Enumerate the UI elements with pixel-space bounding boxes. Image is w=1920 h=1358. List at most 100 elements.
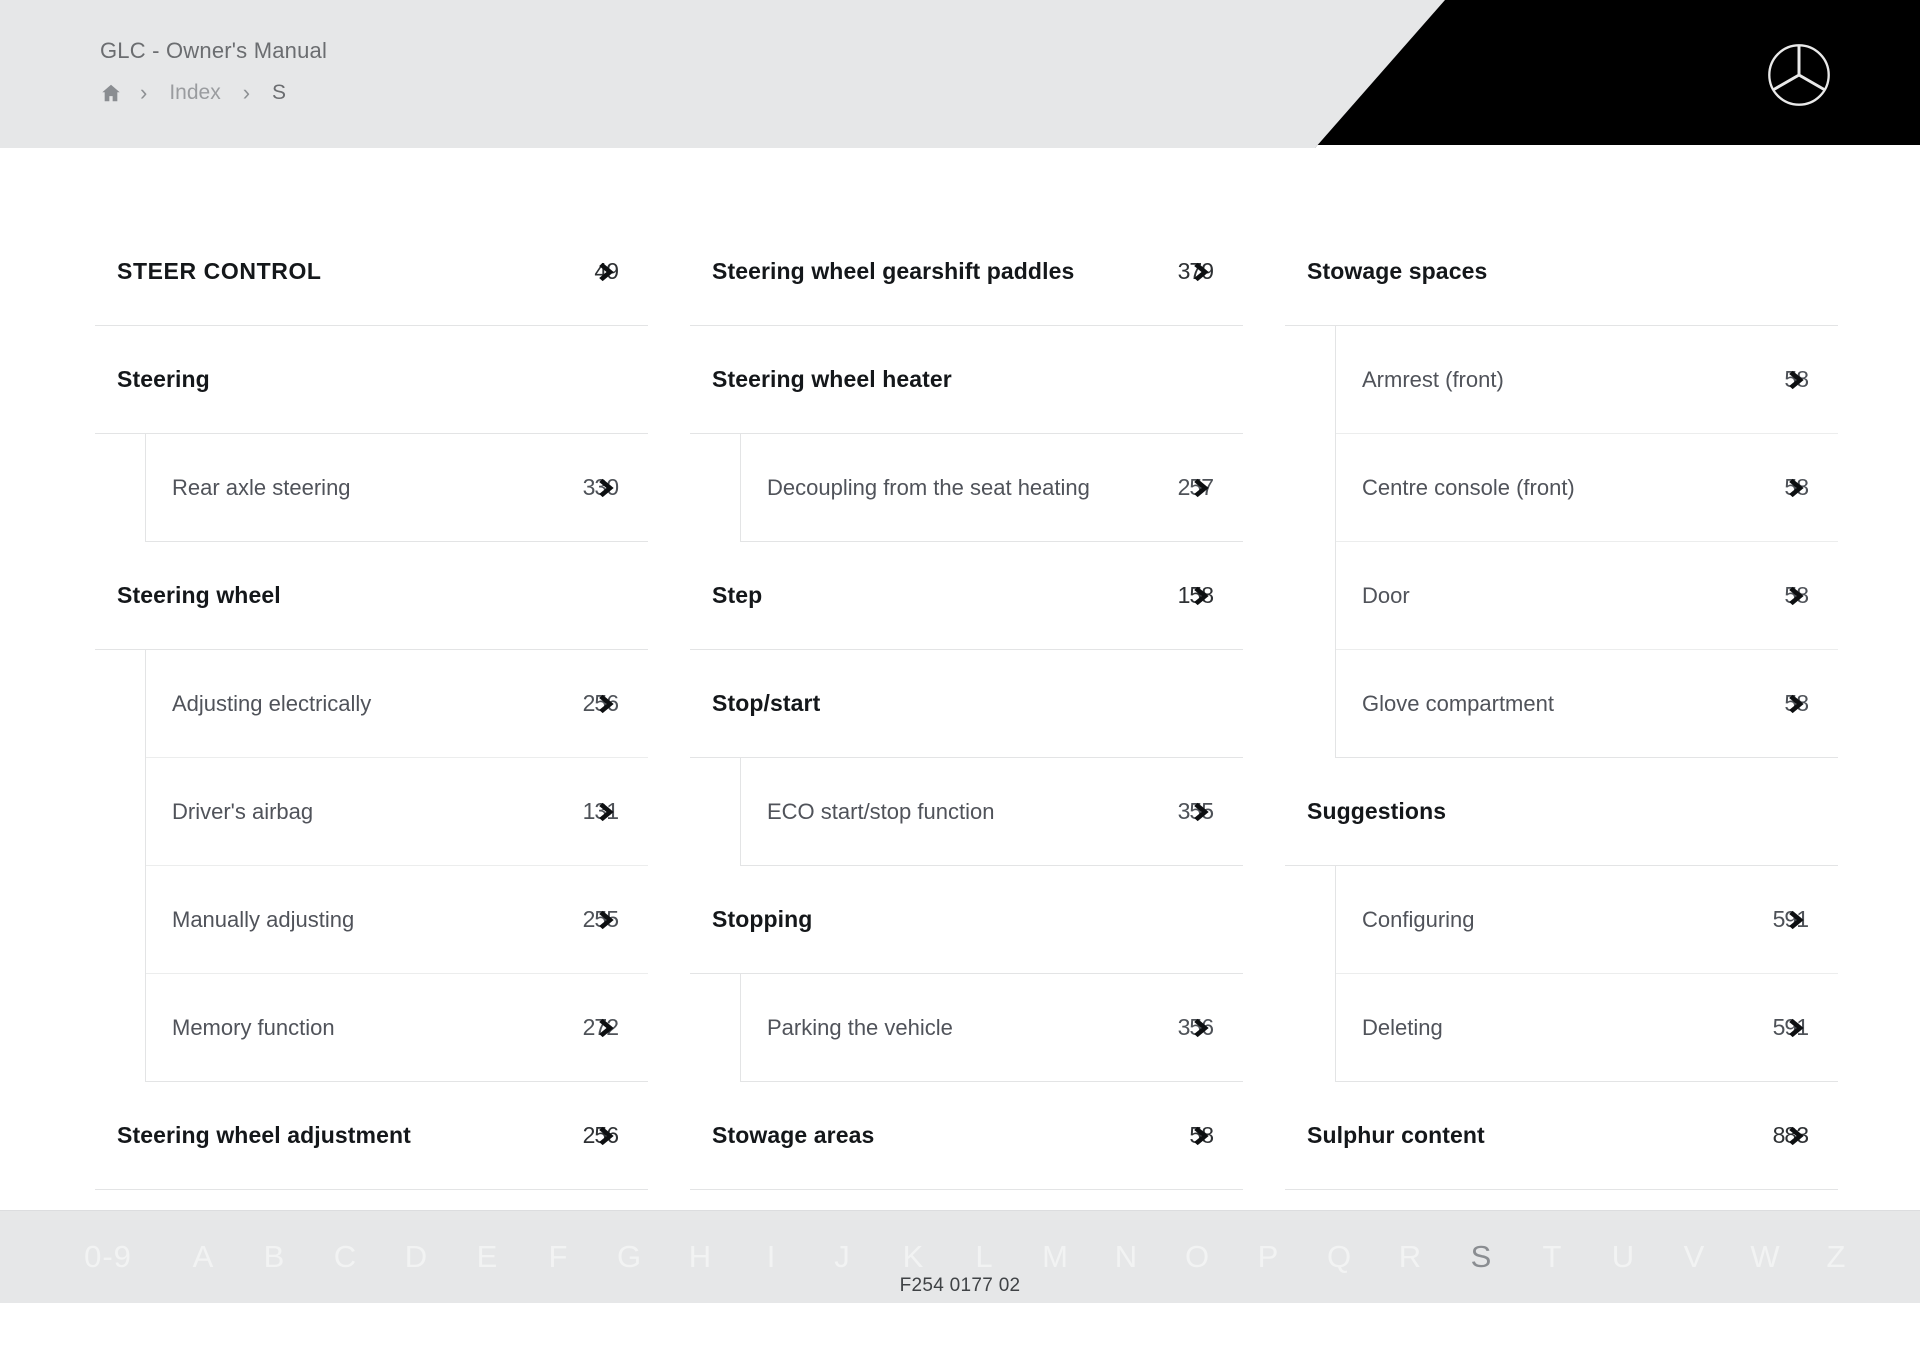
index-subentry-adjusting-electrically[interactable]: Adjusting electrically 256 [146,650,648,758]
page-number: 330 [582,474,619,500]
index-entry-label: Steering wheel [117,582,281,608]
index-entry-steering-wheel-gearshift-paddles[interactable]: Steering wheel gearshift paddles 379 [690,218,1243,326]
alphabet-letter-n[interactable]: N [1091,1239,1162,1275]
index-subentry-centre-console-front[interactable]: Centre console (front) 58 [1336,434,1838,542]
alphabet-letter-m[interactable]: M [1020,1239,1091,1275]
alphabet-letter-h[interactable]: H [665,1239,736,1275]
page-reference[interactable]: 58 [1772,366,1826,393]
index-subentry-manually-adjusting[interactable]: Manually adjusting 255 [146,866,648,974]
page-number: 58 [1784,582,1809,608]
page-reference[interactable]: 58 [1772,690,1826,717]
index-entry-label: Suggestions [1307,798,1447,824]
alphabet-letter-i[interactable]: I [736,1239,807,1275]
index-entry-label: Stopping [712,906,813,932]
index-entry-stopping[interactable]: Stopping [690,866,1243,974]
index-entry-steering[interactable]: Steering [95,326,648,434]
page-reference[interactable]: 158 [1177,582,1231,609]
page-reference[interactable]: 355 [1177,798,1231,825]
index-subentry-door[interactable]: Door 58 [1336,542,1838,650]
index-entry-stop-start[interactable]: Stop/start [690,650,1243,758]
page-number: 58 [1784,690,1809,716]
page-reference[interactable]: 591 [1772,1014,1826,1041]
breadcrumb-item-index[interactable]: Index [169,78,242,108]
alphabet-letter-r[interactable]: R [1375,1239,1446,1275]
page-reference[interactable]: 256 [582,1122,636,1149]
alphabet-letter-a[interactable]: A [168,1239,239,1275]
page-reference[interactable]: 356 [1177,1014,1231,1041]
alphabet-letter-v[interactable]: V [1659,1239,1730,1275]
alphabet-letter-g[interactable]: G [594,1239,665,1275]
home-icon [102,84,120,102]
page-reference[interactable]: 255 [582,906,636,933]
index-entry-steer-control[interactable]: STEER CONTROL 49 [95,218,648,326]
page-reference[interactable]: 58 [1772,474,1826,501]
alphabet-letter-j[interactable]: J [807,1239,878,1275]
index-entry-stowage-spaces[interactable]: Stowage spaces [1285,218,1838,326]
alphabet-letter-s[interactable]: S [1446,1239,1517,1275]
index-subentry-configuring[interactable]: Configuring 591 [1336,866,1838,974]
page-reference[interactable]: 272 [582,1014,636,1041]
mercedes-benz-star-icon [1768,44,1830,106]
index-entry-steering-wheel[interactable]: Steering wheel [95,542,648,650]
index-sublist: Adjusting electrically 256 Driver's airbag… [145,650,648,1082]
breadcrumb-home-icon[interactable] [100,82,140,104]
index-subentry-glove-compartment[interactable]: Glove compartment 58 [1336,650,1838,758]
page-number: 591 [1772,906,1809,932]
alphabet-letter-u[interactable]: U [1588,1239,1659,1275]
page-reference[interactable]: 49 [582,258,636,285]
alphabet-letter-e[interactable]: E [452,1239,523,1275]
alphabet-letter-k[interactable]: K [878,1239,949,1275]
index-sublist: Decoupling from the seat heating 257 [740,434,1243,542]
index-entry-label: Steering wheel adjustment [117,1122,411,1148]
alphabet-letter-b[interactable]: B [239,1239,310,1275]
index-entry-label: Steering wheel heater [712,366,952,392]
alphabet-letter-w[interactable]: W [1730,1239,1801,1275]
index-entry-step[interactable]: Step 158 [690,542,1243,650]
alphabet-letter-c[interactable]: C [310,1239,381,1275]
index-entry-suggestions[interactable]: Suggestions [1285,758,1838,866]
alphabet-letter-z[interactable]: Z [1801,1239,1872,1275]
index-entry-label: Stowage areas [712,1122,875,1148]
alphabet-letter-09[interactable]: 0-9 [48,1239,168,1275]
page-reference[interactable]: 330 [582,474,636,501]
index-subentry-deleting[interactable]: Deleting 591 [1336,974,1838,1082]
page-reference[interactable]: 58 [1177,1122,1231,1149]
index-subentry-eco-start-stop-function[interactable]: ECO start/stop function 355 [741,758,1243,866]
alphabet-letter-f[interactable]: F [523,1239,594,1275]
index-entry-label: Deleting [1362,1014,1443,1040]
document-code: F254 0177 02 [899,1275,1021,1296]
index-subentry-armrest-front[interactable]: Armrest (front) 58 [1336,326,1838,434]
alphabet-letter-d[interactable]: D [381,1239,452,1275]
alphabet-letter-q[interactable]: Q [1304,1239,1375,1275]
page-number: 255 [582,906,619,932]
alphabet-letter-o[interactable]: O [1162,1239,1233,1275]
page-reference[interactable]: 58 [1772,582,1826,609]
index-entry-steering-wheel-heater[interactable]: Steering wheel heater [690,326,1243,434]
index-subentry-memory-function[interactable]: Memory function 272 [146,974,648,1082]
index-subentry-rear-axle-steering[interactable]: Rear axle steering 330 [146,434,648,542]
index-subentry-decoupling-from-the-seat-heating[interactable]: Decoupling from the seat heating 257 [741,434,1243,542]
page-header: GLC - Owner's Manual › Index › S [0,0,1920,148]
index-entry-label: Rear axle steering [172,474,351,500]
alphabet-letter-l[interactable]: L [949,1239,1020,1275]
index-entry-stowage-areas[interactable]: Stowage areas 58 [690,1082,1243,1190]
index-entry-label: Armrest (front) [1362,366,1504,392]
page-reference[interactable]: 591 [1772,906,1826,933]
breadcrumb-item-current: S [272,81,287,104]
page-reference[interactable]: 256 [582,690,636,717]
index-sublist: Configuring 591 Deleting 591 [1335,866,1838,1082]
index-column-1: STEER CONTROL 49 Steering Rear axle steerin… [95,218,648,1190]
page-reference[interactable]: 379 [1177,258,1231,285]
alphabet-letter-t[interactable]: T [1517,1239,1588,1275]
page-reference[interactable]: 131 [582,798,636,825]
index-entry-sulphur-content[interactable]: Sulphur content 883 [1285,1082,1838,1190]
index-entry-steering-wheel-adjustment[interactable]: Steering wheel adjustment 256 [95,1082,648,1190]
index-subentry-parking-the-vehicle[interactable]: Parking the vehicle 356 [741,974,1243,1082]
index-subentry-driver-s-airbag[interactable]: Driver's airbag 131 [146,758,648,866]
page-reference[interactable]: 257 [1177,474,1231,501]
page-reference[interactable]: 883 [1772,1122,1826,1149]
index-column-2: Steering wheel gearshift paddles 379 Steer… [690,218,1243,1190]
index-entry-label: Steering [117,366,210,392]
alphabet-letter-p[interactable]: P [1233,1239,1304,1275]
page-number: 355 [1177,798,1214,824]
